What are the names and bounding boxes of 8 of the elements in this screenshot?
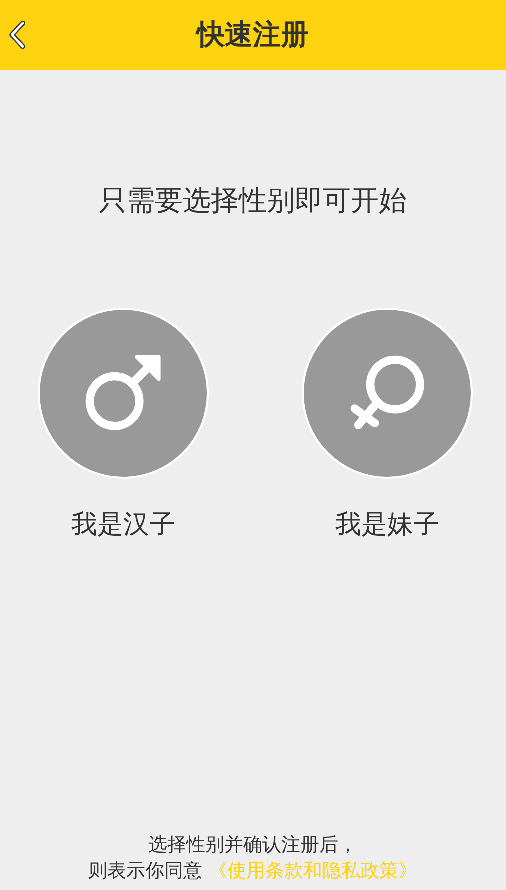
back-icon[interactable] <box>8 20 28 50</box>
prompt-text: 只需要选择性别即可开始 <box>98 183 408 219</box>
gender-label: 我是汉子 <box>72 509 176 542</box>
gender-label: 我是妹子 <box>336 509 440 542</box>
terms-link[interactable]: 《使用条款和隐私政策》 <box>208 860 418 882</box>
page-title: 快速注册 <box>197 17 309 53</box>
agreement-text: 则表示你同意 <box>88 860 202 882</box>
agreement-text: 选择性别并确认注册后， <box>148 833 358 858</box>
